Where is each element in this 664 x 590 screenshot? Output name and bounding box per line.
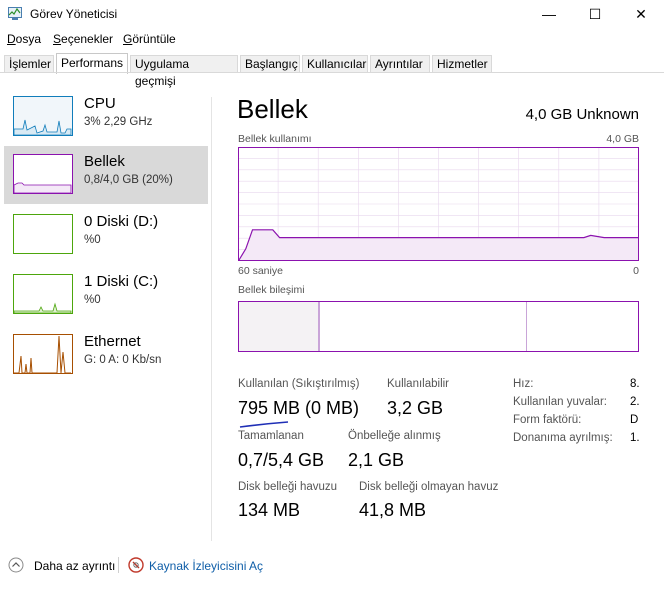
task-manager-app-icon [8,7,22,20]
cached-value: 2,1 GB [348,450,405,470]
prop-form-factor-value: D [630,414,639,426]
memory-total-label: 4,0 GB Unknown [525,106,639,123]
prop-slots-label: Kullanılan yuvalar: [513,396,607,408]
maximize-icon: ☐ [588,5,602,22]
menu-bar: Dosya Seçenekler Görüntüle [0,30,664,48]
available-value: 3,2 GB [387,398,444,418]
footer-divider [118,557,119,573]
handwritten-underline [239,421,289,428]
composition-label: Bellek bileşimi [238,284,305,296]
tab-app-history[interactable]: Uygulama geçmişi [130,55,238,88]
in-use-label: Kullanılan (Sıkıştırılmış) [238,378,360,390]
tab-divider [0,72,664,73]
available-label: Kullanılabilir [387,378,450,390]
resource-detail: %0 [84,294,101,306]
resource-name: CPU [84,95,116,112]
memory-thumbnail-graph [13,154,73,194]
paged-pool-value: 134 MB [238,500,301,520]
tab-startup[interactable]: Başlangıç [240,55,300,72]
resource-name: Bellek [84,153,125,170]
close-icon: ✕ [635,5,647,22]
panel-divider [211,97,212,541]
ethernet-thumbnail-graph [13,334,73,374]
menu-file[interactable]: Dosya [7,32,41,46]
resource-name: 0 Diski (D:) [84,213,159,230]
tab-performance[interactable]: Performans [56,53,128,74]
resource-monitor-icon[interactable] [128,557,144,573]
tab-services[interactable]: Hizmetler [432,55,492,72]
close-button[interactable]: ✕ [618,0,664,28]
resource-disk-c[interactable]: 1 Diski (C:) %0 [4,266,208,324]
resource-detail: G: 0 A: 0 Kb/sn [84,354,162,366]
committed-value: 0,7/5,4 GB [238,450,325,470]
resource-memory[interactable]: Bellek 0,8/4,0 GB (20%) [4,146,208,204]
resource-name: Ethernet [84,333,141,350]
footer-bar: Daha az ayrıntı Kaynak İzleyicisini Aç [0,551,664,581]
title-bar: Görev Yöneticisi — ☐ ✕ [0,0,664,28]
composition-in-use[interactable] [239,302,319,351]
resource-detail: %0 [84,234,101,246]
disk-d-thumbnail-graph [13,214,73,254]
prop-slots-value: 2. [630,396,640,408]
chevron-up-icon[interactable] [8,557,24,573]
paged-pool-label: Disk belleği havuzu [238,481,338,493]
cpu-thumbnail-graph [13,96,73,136]
tab-users[interactable]: Kullanıcılar [302,55,368,72]
resource-detail: 3% 2,29 GHz [84,116,153,128]
prop-reserved-label: Donanıma ayrılmış: [513,432,613,444]
in-use-value: 795 MB (0 MB) [238,398,360,418]
maximize-button[interactable]: ☐ [572,0,618,28]
window-title: Görev Yöneticisi [30,7,118,21]
composition-standby-divider [526,302,527,351]
open-resource-monitor-link[interactable]: Kaynak İzleyicisini Aç [149,559,263,573]
usage-chart-label: Bellek kullanımı [238,133,312,145]
prop-speed-value: 8. [630,378,640,390]
composition-modified[interactable] [319,302,320,351]
resource-ethernet[interactable]: Ethernet G: 0 A: 0 Kb/sn [4,326,208,384]
menu-view[interactable]: Görüntüle [123,32,176,46]
resource-name: 1 Diski (C:) [84,273,159,290]
prop-reserved-value: 1. [630,432,640,444]
usage-chart-max: 4,0 GB [606,133,639,145]
memory-composition-bar [238,301,639,352]
memory-usage-chart [238,147,639,261]
prop-form-factor-label: Form faktörü: [513,414,582,426]
prop-speed-label: Hız: [513,378,534,390]
axis-right-label: 0 [633,265,639,277]
tab-details[interactable]: Ayrıntılar [370,55,430,72]
minimize-button[interactable]: — [526,0,572,28]
fewer-details-link[interactable]: Daha az ayrıntı [34,559,115,573]
tab-strip: İşlemler Performans Uygulama geçmişi Baş… [0,53,664,88]
resource-detail: 0,8/4,0 GB (20%) [84,174,173,186]
committed-label: Tamamlanan [238,430,304,442]
nonpaged-pool-label: Disk belleği olmayan havuz [359,481,499,493]
disk-c-thumbnail-graph [13,274,73,314]
cached-label: Önbelleğe alınmış [348,430,441,442]
menu-options[interactable]: Seçenekler [53,32,113,46]
resource-disk-d[interactable]: 0 Diski (D:) %0 [4,206,208,264]
nonpaged-pool-value: 41,8 MB [359,500,427,520]
resource-cpu[interactable]: CPU 3% 2,29 GHz [4,88,208,146]
axis-left-label: 60 saniye [238,265,283,277]
tab-processes[interactable]: İşlemler [4,55,54,72]
page-title: Bellek [237,94,308,124]
minimize-icon: — [542,6,556,22]
